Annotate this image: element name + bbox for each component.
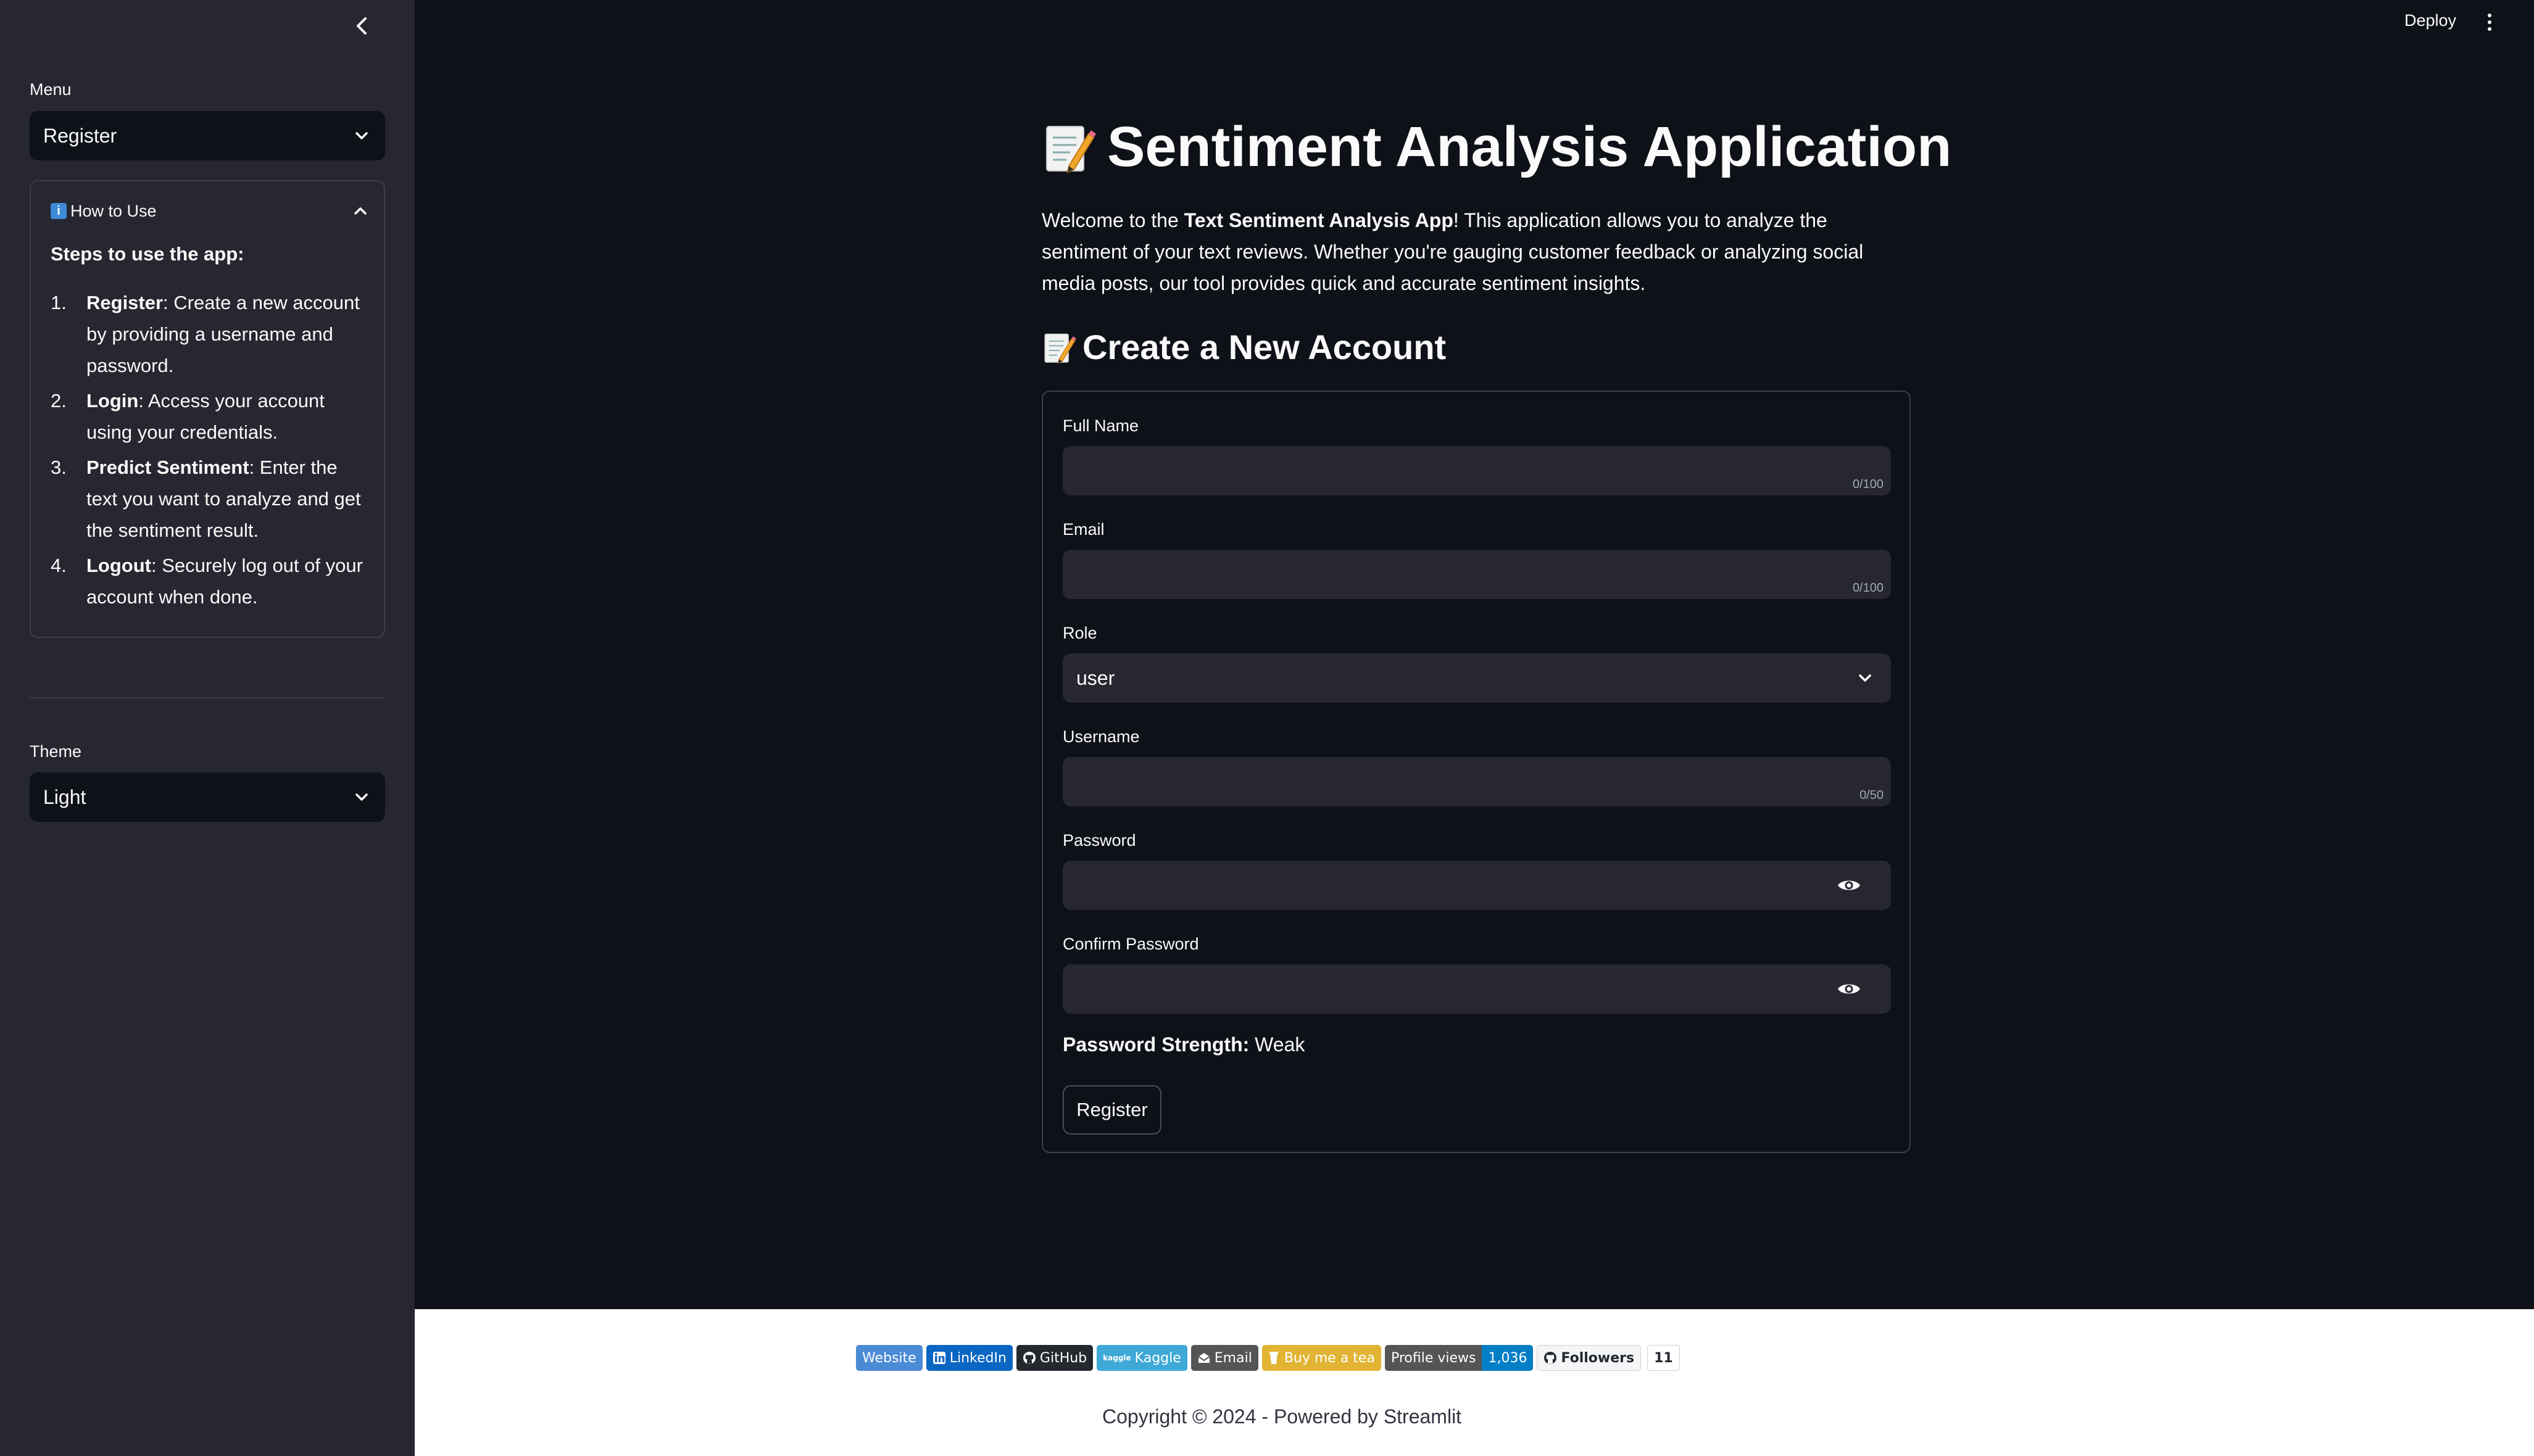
buy-me-a-tea-badge[interactable]: Buy me a tea — [1261, 1345, 1381, 1371]
steps-list: 1. Register: Create a new account by prov… — [51, 287, 365, 613]
password-field[interactable] — [1063, 861, 1891, 910]
step-title: Login — [86, 390, 139, 412]
role-select[interactable]: user — [1063, 653, 1891, 703]
chevron-up-icon — [354, 207, 367, 215]
profile-views-label: Profile views — [1384, 1345, 1482, 1371]
linkedin-icon — [933, 1352, 945, 1364]
step-title: Register — [86, 292, 164, 313]
chevron-down-icon — [355, 793, 368, 801]
email-field[interactable]: 0/100 — [1063, 550, 1891, 599]
email-counter: 0/100 — [1852, 581, 1884, 595]
kaggle-badge[interactable]: kaggle Kaggle — [1097, 1345, 1187, 1371]
email-badge[interactable]: Email — [1190, 1345, 1258, 1371]
register-button[interactable]: Register — [1063, 1085, 1161, 1135]
linkedin-badge-label: LinkedIn — [949, 1350, 1007, 1366]
step-number: 3. — [51, 457, 67, 478]
email-icon — [1198, 1353, 1210, 1363]
github-badge-label: GitHub — [1039, 1350, 1087, 1366]
github-icon — [1544, 1352, 1557, 1364]
deploy-button[interactable]: Deploy — [2404, 11, 2456, 30]
info-icon: i — [51, 203, 67, 219]
followers-label: Followers — [1561, 1350, 1635, 1366]
menu-select[interactable]: Register — [30, 111, 385, 160]
profile-views-badge[interactable]: Profile views 1,036 — [1384, 1345, 1534, 1371]
username-label: Username — [1063, 727, 1140, 746]
github-badge[interactable]: GitHub — [1016, 1345, 1094, 1371]
menu-label: Menu — [30, 80, 72, 99]
steps-title: Steps to use the app: — [51, 243, 244, 265]
theme-select-value: Light — [43, 785, 86, 808]
step-title: Predict Sentiment — [86, 457, 249, 478]
confirm-password-label: Confirm Password — [1063, 935, 1199, 953]
how-to-use-header[interactable]: i How to Use — [51, 197, 368, 225]
confirm-password-field[interactable] — [1063, 964, 1891, 1014]
sidebar-divider — [30, 697, 385, 698]
menu-select-value: Register — [43, 124, 117, 147]
page-title-text: Sentiment Analysis Application — [1107, 115, 1952, 178]
username-field[interactable]: 0/50 — [1063, 757, 1891, 806]
how-to-use-title: How to Use — [70, 201, 157, 220]
profile-views-count: 1,036 — [1482, 1345, 1534, 1371]
role-label: Role — [1063, 624, 1097, 642]
username-counter: 0/50 — [1859, 788, 1884, 802]
form-title-text: Create a New Account — [1082, 328, 1447, 366]
full-name-field[interactable]: 0/100 — [1063, 446, 1891, 495]
password-strength-value: Weak — [1255, 1033, 1305, 1056]
how-to-use-expander: i How to Use Steps to use the app: 1. Reg… — [30, 180, 385, 638]
website-badge-label: Website — [856, 1345, 923, 1371]
list-item: 2. Login: Access your account using your … — [51, 385, 365, 448]
badge-row: Website LinkedIn GitHub kaggle Kaggle Ema… — [856, 1345, 1680, 1371]
github-icon — [1023, 1352, 1036, 1364]
intro-prefix: Welcome to the — [1042, 209, 1184, 231]
chevron-left-icon — [357, 17, 367, 35]
email-badge-label: Email — [1214, 1350, 1252, 1366]
collapse-sidebar-button[interactable] — [349, 14, 374, 38]
followers-count: 11 — [1647, 1345, 1680, 1371]
list-item: 1. Register: Create a new account by prov… — [51, 287, 365, 381]
linkedin-badge[interactable]: LinkedIn — [926, 1345, 1013, 1371]
password-strength: Password Strength: Weak — [1063, 1033, 1305, 1056]
step-number: 2. — [51, 390, 67, 412]
list-item: 4. Logout: Securely log out of your accou… — [51, 550, 365, 613]
main-menu-icon[interactable] — [2481, 10, 2498, 35]
email-label: Email — [1063, 520, 1105, 539]
password-label: Password — [1063, 831, 1136, 850]
step-number: 4. — [51, 555, 67, 576]
website-badge[interactable]: Website — [856, 1345, 923, 1371]
kaggle-badge-label: Kaggle — [1134, 1350, 1181, 1366]
tea-icon — [1269, 1352, 1278, 1364]
chevron-down-icon — [1859, 674, 1871, 682]
intro-paragraph: Welcome to the Text Sentiment Analysis A… — [1042, 205, 1911, 299]
github-followers-badge[interactable]: Followers — [1537, 1345, 1642, 1371]
copyright-text: Copyright © 2024 - Powered by Streamlit — [1102, 1405, 1462, 1428]
register-form: Full Name 0/100 Email 0/100 Role user Us… — [1042, 391, 1911, 1153]
intro-app-name: Text Sentiment Analysis App — [1184, 209, 1453, 231]
chevron-down-icon — [355, 132, 368, 139]
page-title: Sentiment Analysis Application — [1042, 115, 1951, 180]
sidebar: Menu Register i How to Use Steps to use … — [0, 0, 415, 1456]
step-number: 1. — [51, 292, 67, 313]
full-name-counter: 0/100 — [1852, 478, 1884, 491]
list-item: 3. Predict Sentiment: Enter the text you … — [51, 452, 365, 546]
password-strength-label: Password Strength: — [1063, 1033, 1250, 1056]
buy-me-a-tea-badge-label: Buy me a tea — [1284, 1350, 1375, 1366]
theme-select[interactable]: Light — [30, 772, 385, 822]
how-to-use-body: Steps to use the app: 1. Register: Create… — [51, 238, 365, 616]
theme-label: Theme — [30, 742, 82, 761]
memo-icon — [1044, 333, 1076, 363]
role-select-value: user — [1076, 666, 1115, 689]
memo-icon — [1046, 125, 1096, 173]
kaggle-icon: kaggle — [1103, 1354, 1131, 1362]
step-title: Logout — [86, 555, 152, 576]
footer: Website LinkedIn GitHub kaggle Kaggle Ema… — [415, 1309, 2534, 1456]
eye-icon[interactable] — [1837, 877, 1861, 893]
form-title: Create a New Account — [1042, 327, 1446, 367]
full-name-label: Full Name — [1063, 416, 1139, 435]
eye-icon[interactable] — [1837, 981, 1861, 997]
